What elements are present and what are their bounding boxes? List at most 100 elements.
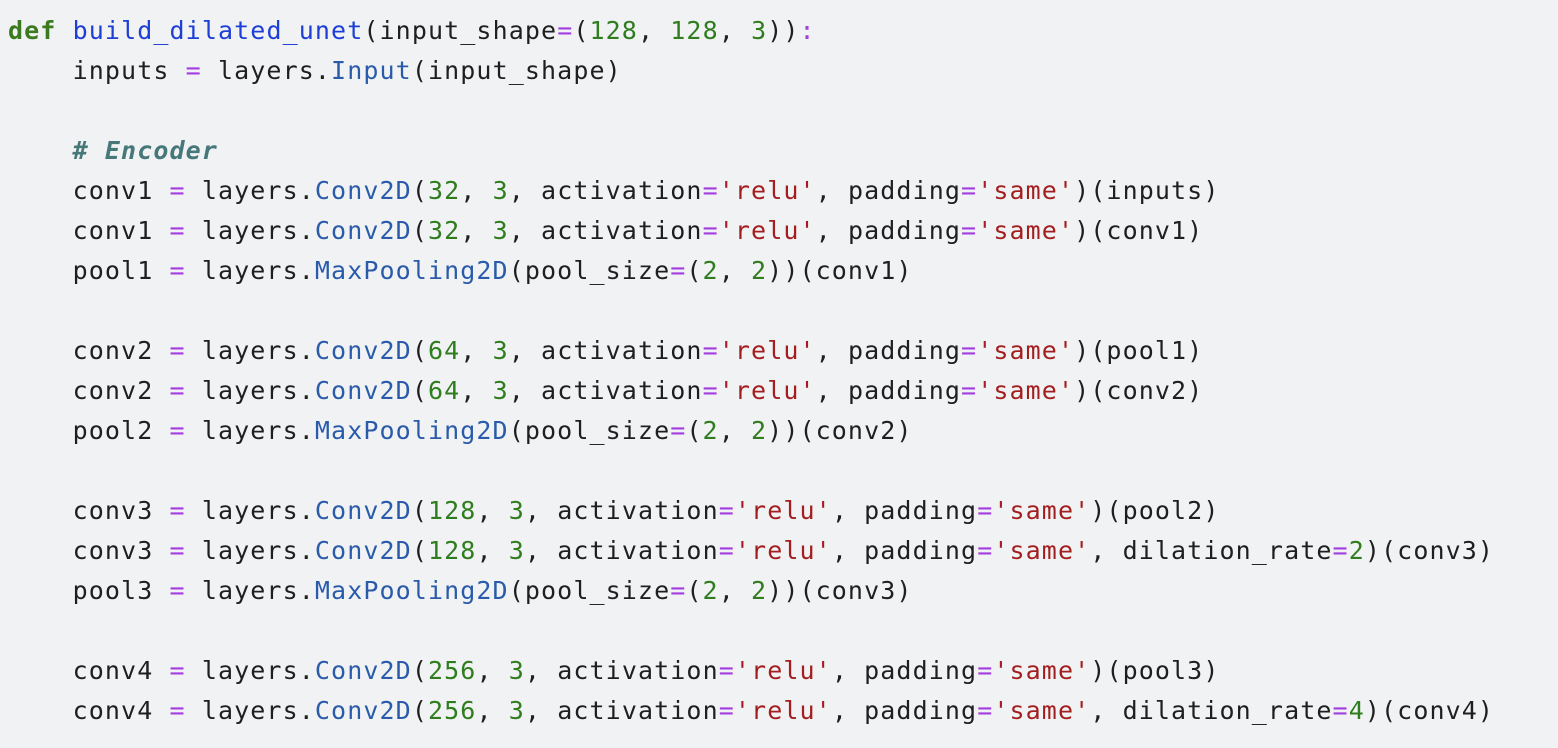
operator-token: = [169, 216, 186, 245]
code-text-token: layers. [185, 256, 315, 285]
number-token: 3 [508, 656, 525, 685]
operator-token: = [670, 256, 687, 285]
code-text-token: , padding [831, 496, 978, 525]
code-text-token: )(pool3) [1090, 656, 1220, 685]
code-text-token: , activation [524, 696, 719, 725]
code-text-token: , padding [831, 696, 978, 725]
code-text-token: layers. [185, 176, 315, 205]
number-token: 128 [589, 16, 638, 45]
code-text-token: , [476, 536, 509, 565]
code-text-token: conv4 [8, 656, 170, 685]
operator-token: = [718, 656, 735, 685]
class-name-token: MaxPooling2D [314, 416, 509, 445]
code-text-token: , [460, 376, 493, 405]
code-text-token: ))(conv1) [767, 256, 913, 285]
number-token: 4 [1348, 696, 1365, 725]
code-text-token: ( [411, 696, 428, 725]
string-token: 'relu' [734, 696, 832, 725]
string-token: 'relu' [734, 656, 832, 685]
operator-token: = [169, 416, 186, 445]
class-name-token: Conv2D [314, 536, 412, 565]
code-text-token: (pool_size [508, 416, 671, 445]
operator-token: = [702, 376, 719, 405]
class-name-token: Input [331, 56, 412, 85]
code-text-token: , activation [508, 216, 703, 245]
code-text-token: (pool_size [508, 576, 671, 605]
number-token: 32 [427, 176, 461, 205]
code-text-token: , [460, 216, 493, 245]
operator-token: = [169, 576, 186, 605]
class-name-token: MaxPooling2D [314, 256, 509, 285]
code-text-token: )(pool1) [1074, 336, 1204, 365]
code-text-token: , activation [524, 496, 719, 525]
code-line: # Encoder [8, 131, 1494, 171]
code-text-token: , dilation_rate [1090, 536, 1333, 565]
string-token: 'same' [977, 216, 1075, 245]
number-token: 64 [427, 376, 461, 405]
operator-token: = [557, 16, 574, 45]
code-line: conv4 = layers.Conv2D(256, 3, activation… [8, 691, 1494, 731]
string-token: 'same' [993, 536, 1091, 565]
number-token: 256 [427, 696, 477, 725]
number-token: 256 [427, 656, 477, 685]
string-token: 'relu' [734, 496, 832, 525]
code-text-token: , [476, 496, 509, 525]
keyword-token: def [8, 16, 57, 45]
code-text-token: , padding [815, 336, 962, 365]
code-text-token: ( [411, 176, 428, 205]
code-text-token: )(conv3) [1364, 536, 1495, 565]
code-line: conv1 = layers.Conv2D(32, 3, activation=… [8, 211, 1494, 251]
number-token: 3 [508, 496, 525, 525]
code-line: inputs = layers.Input(input_shape) [8, 51, 1494, 91]
operator-token: = [977, 496, 994, 525]
code-text-token: , padding [815, 176, 962, 205]
code-text-token: , activation [508, 376, 703, 405]
code-line: conv2 = layers.Conv2D(64, 3, activation=… [8, 331, 1494, 371]
operator-token: = [670, 416, 687, 445]
string-token: 'relu' [718, 376, 816, 405]
code-text-token: ( [686, 256, 703, 285]
code-text-token: , [637, 16, 671, 45]
code-text-token: layers. [185, 376, 315, 405]
operator-token: = [1332, 536, 1349, 565]
code-text-token: , activation [508, 176, 703, 205]
operator-token: = [718, 696, 735, 725]
code-text-token: , [718, 576, 752, 605]
operator-token: = [185, 56, 202, 85]
class-name-token: Conv2D [314, 496, 412, 525]
code-text-token: )(conv2) [1074, 376, 1204, 405]
operator-token: = [702, 216, 719, 245]
operator-token: = [718, 536, 735, 565]
number-token: 2 [702, 256, 719, 285]
code-text-token: inputs [8, 56, 186, 85]
number-token: 3 [492, 376, 509, 405]
code-text-token: pool3 [8, 576, 170, 605]
code-line: conv4 = layers.Conv2D(256, 3, activation… [8, 651, 1494, 691]
code-line: conv2 = layers.Conv2D(64, 3, activation=… [8, 371, 1494, 411]
string-token: 'same' [977, 376, 1075, 405]
operator-token: = [169, 376, 186, 405]
code-block[interactable]: def build_dilated_unet(input_shape=(128,… [8, 11, 1494, 731]
code-text-token: layers. [185, 536, 315, 565]
code-text-token: ( [411, 216, 428, 245]
code-text-token: pool1 [8, 256, 170, 285]
class-name-token: MaxPooling2D [314, 576, 509, 605]
code-text-token: , [476, 656, 509, 685]
string-token: 'same' [993, 696, 1091, 725]
class-name-token: Conv2D [314, 696, 412, 725]
code-text-token: ( [686, 416, 703, 445]
code-text-token: layers. [185, 656, 315, 685]
code-text-token: , [718, 16, 752, 45]
number-token: 2 [751, 576, 768, 605]
code-text-token: conv1 [8, 216, 170, 245]
code-text-token: layers. [201, 56, 332, 85]
string-token: 'same' [993, 496, 1091, 525]
number-token: 2 [751, 256, 768, 285]
code-text-token: ( [411, 536, 428, 565]
operator-token: = [1332, 696, 1349, 725]
code-editor[interactable]: def build_dilated_unet(input_shape=(128,… [0, 0, 1558, 748]
